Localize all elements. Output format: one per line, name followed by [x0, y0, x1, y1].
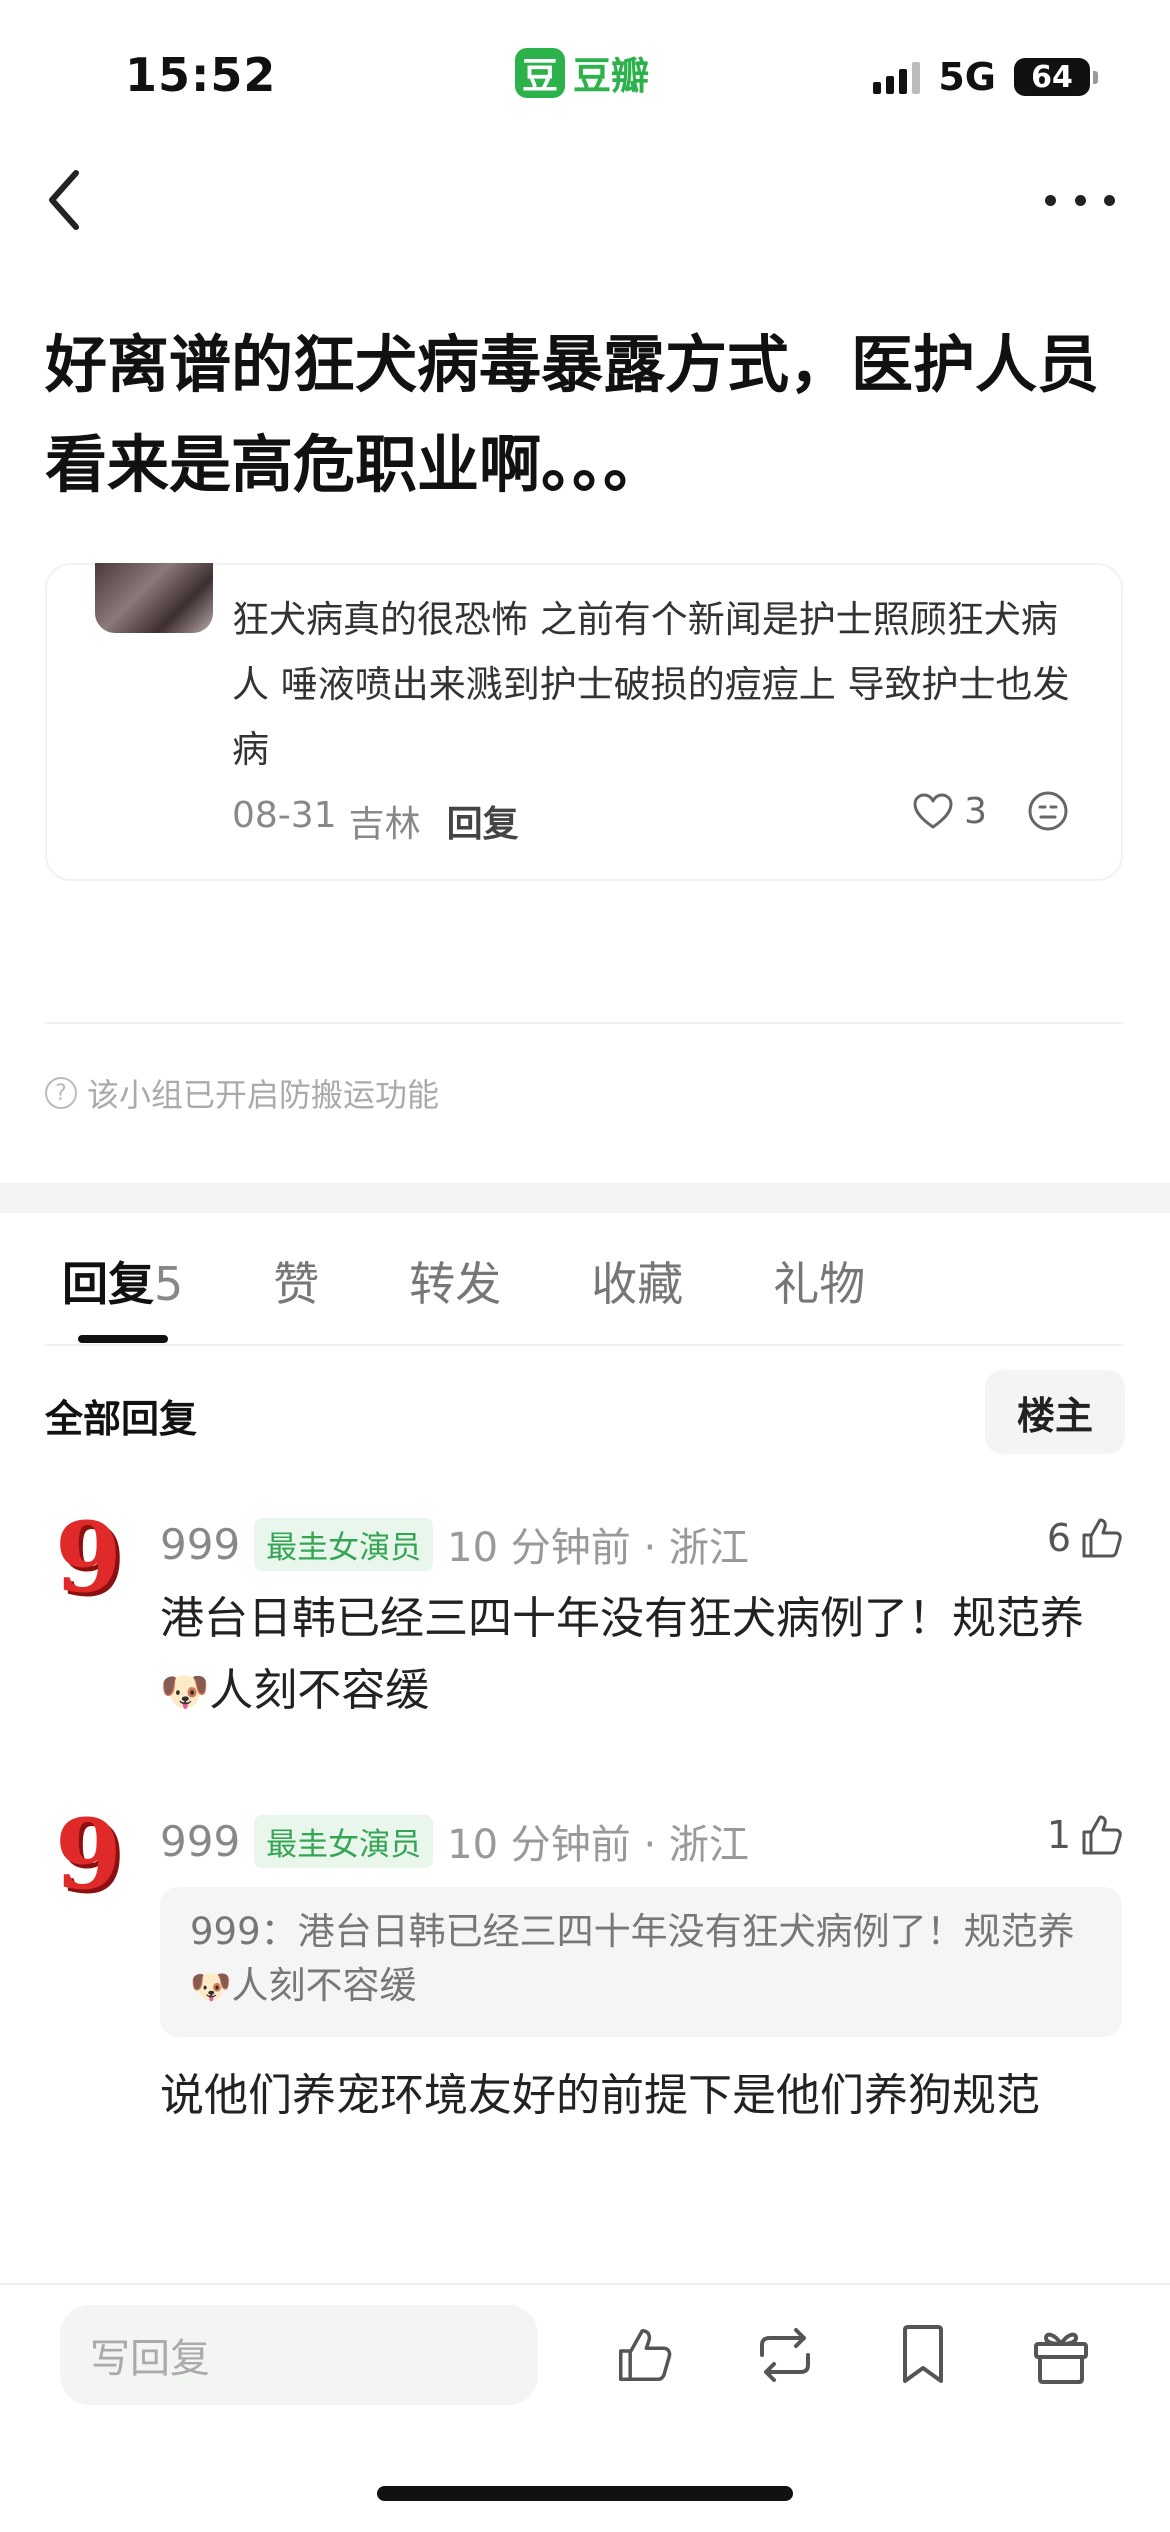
tab-bar: 回复5 赞 转发 收藏 礼物 [62, 1248, 955, 1314]
user-badge: 最圭女演员 [254, 1517, 434, 1571]
like-post-button[interactable] [608, 2318, 682, 2392]
quoted-reply-text: 999：港台日韩已经三四十年没有狂犬病例了！规范养 [190, 1910, 1075, 1953]
all-replies-label: 全部回复 [45, 1397, 198, 1441]
quoted-comment-meta: 08-31 吉林 回复 [232, 795, 519, 847]
owner-only-button[interactable]: 楼主 [985, 1370, 1125, 1454]
thumbs-up-icon [1082, 1815, 1122, 1855]
bookmark-icon [903, 2325, 943, 2383]
tab-replies[interactable]: 回复5 [62, 1248, 183, 1314]
status-time: 15:52 [125, 48, 277, 102]
chevron-left-icon [49, 170, 79, 230]
bookmark-button[interactable] [886, 2318, 960, 2392]
comment-location: 吉林 [348, 804, 421, 845]
like-button[interactable]: 6 [1047, 1515, 1125, 1561]
gift-icon [1034, 2332, 1088, 2384]
reaction-emoji-icon[interactable] [1027, 790, 1069, 832]
back-button[interactable] [44, 160, 94, 240]
thumbs-up-icon [618, 2328, 672, 2382]
dog-emoji-icon: 🐶 [160, 1669, 210, 1715]
username[interactable]: 999 [160, 1520, 240, 1569]
like-count: 6 [1046, 1516, 1071, 1560]
tab-collections[interactable]: 收藏 [591, 1248, 683, 1314]
repost-icon [760, 2328, 810, 2382]
comment-text: 说他们养宠环境友好的前提下是他们养狗规范 [160, 2070, 1040, 2121]
section-separator [0, 1183, 1170, 1213]
comment-header: 999 最圭女演员 10 分钟前 · 浙江 [160, 1812, 749, 1870]
thumbs-up-icon [1082, 1518, 1122, 1558]
status-indicators: 5G 64 [873, 55, 1098, 99]
dog-emoji-icon: 🐶 [190, 1967, 232, 2006]
like-count: 1 [1046, 1813, 1071, 1857]
divider [45, 1344, 1123, 1346]
signal-icon [873, 60, 921, 94]
avatar[interactable]: 9 [55, 1510, 125, 1606]
username[interactable]: 999 [160, 1817, 240, 1866]
quoted-comment-card[interactable]: 狂犬病真的很恐怖 之前有个新闻是护士照顾狂犬病人 唾液喷出来溅到护士破损的痘痘上… [45, 563, 1123, 881]
tab-likes[interactable]: 赞 [273, 1248, 319, 1314]
avatar[interactable] [95, 563, 213, 633]
active-tab-indicator [78, 1335, 168, 1343]
app-name: 豆瓣 [573, 54, 650, 98]
comment-item: 9 999 最圭女演员 10 分钟前 · 浙江 1 999：港台日韩已经三四十年… [0, 1807, 1170, 2212]
comment-text: 港台日韩已经三四十年没有狂犬病例了！规范养 🐶人刻不容缓 [160, 1583, 1110, 1728]
comment-time: 10 分钟前 · 浙江 [447, 1525, 749, 1571]
more-button[interactable] [1045, 180, 1115, 220]
reply-count: 5 [154, 1257, 184, 1311]
quoted-reply-text: 人刻不容缓 [231, 1964, 417, 2007]
tab-reposts[interactable]: 转发 [409, 1248, 501, 1314]
comment-header: 999 最圭女演员 10 分钟前 · 浙江 [160, 1515, 749, 1573]
quoted-comment-actions: 3 [912, 790, 1069, 832]
comment-date: 08-31 [232, 795, 337, 836]
network-label: 5G [938, 55, 996, 99]
battery-icon: 64 [1014, 58, 1098, 96]
divider [0, 2283, 1170, 2285]
comment-text-part: 人刻不容缓 [209, 1665, 430, 1716]
repost-button[interactable] [748, 2318, 822, 2392]
gift-button[interactable] [1024, 2318, 1098, 2392]
post-title: 好离谱的狂犬病毒暴露方式，医护人员看来是高危职业啊。。。 [45, 328, 1100, 501]
ellipsis-icon [1045, 194, 1056, 206]
divider [45, 1022, 1123, 1024]
like-button[interactable]: 3 [912, 791, 987, 832]
question-icon: ? [45, 1077, 77, 1109]
tab-label: 回复 [62, 1257, 154, 1311]
comment-item: 9 999 最圭女演员 10 分钟前 · 浙江 6 港台日韩已经三四十年没有狂犬… [0, 1510, 1170, 1716]
heart-icon [913, 793, 953, 829]
notice-text: 该小组已开启防搬运功能 [87, 1076, 440, 1114]
anti-repost-notice[interactable]: ? 该小组已开启防搬运功能 [45, 1070, 439, 1116]
comment-text-part: 港台日韩已经三四十年没有狂犬病例了！规范养 [160, 1593, 1084, 1644]
reply-link[interactable]: 回复 [447, 795, 519, 847]
reply-input[interactable]: 写回复 [60, 2305, 538, 2405]
quoted-reply[interactable]: 999：港台日韩已经三四十年没有狂犬病例了！规范养 🐶人刻不容缓 [160, 1887, 1122, 2037]
comment-time: 10 分钟前 · 浙江 [447, 1822, 749, 1868]
like-button[interactable]: 1 [1047, 1812, 1125, 1858]
app-badge: 豆 豆瓣 [515, 45, 649, 100]
like-count: 3 [964, 790, 987, 832]
douban-logo-icon: 豆 [515, 47, 565, 98]
home-indicator[interactable] [377, 2486, 793, 2501]
user-badge: 最圭女演员 [254, 1814, 434, 1868]
tab-gifts[interactable]: 礼物 [773, 1248, 865, 1314]
quoted-comment-text: 狂犬病真的很恐怖 之前有个新闻是护士照顾狂犬病人 唾液喷出来溅到护士破损的痘痘上… [232, 598, 1070, 771]
avatar[interactable]: 9 [55, 1807, 125, 1903]
